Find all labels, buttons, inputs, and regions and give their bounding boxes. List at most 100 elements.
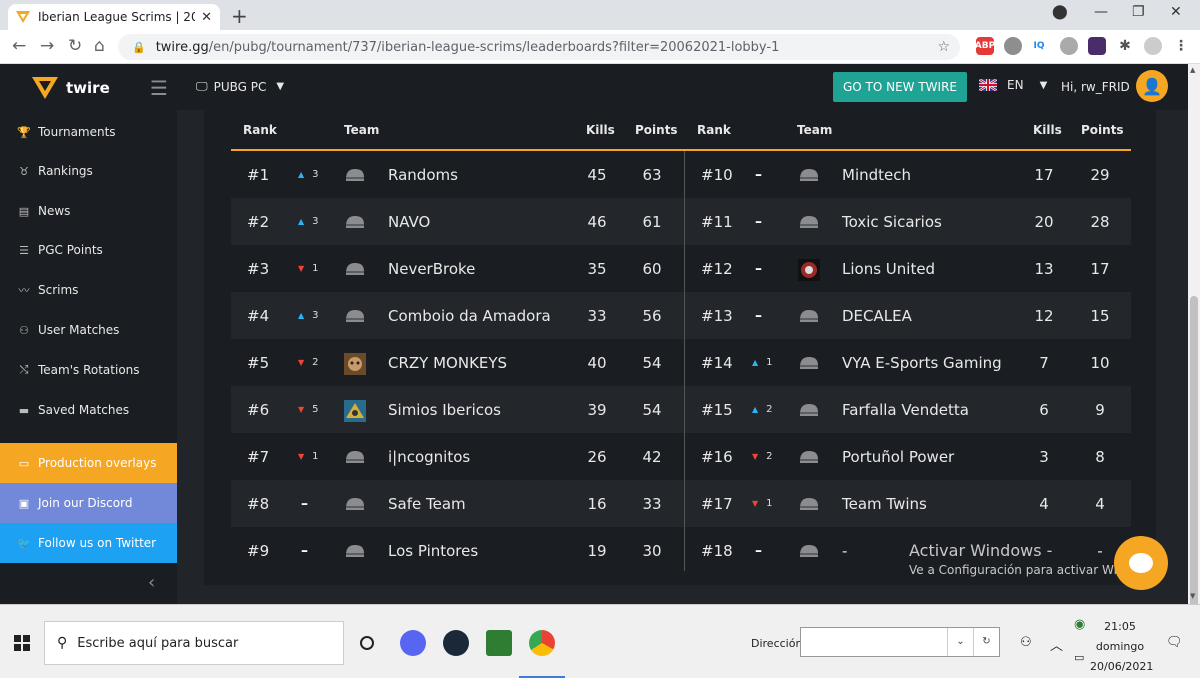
chrome-app-icon[interactable] (519, 630, 565, 678)
scroll-down-icon[interactable]: ▼ (1190, 592, 1195, 600)
sidebar-item-rankings[interactable]: ♉ Rankings (0, 151, 177, 191)
reload-icon[interactable]: ↻ (68, 36, 82, 56)
adblock-extension-icon[interactable]: ABP (975, 37, 995, 55)
team-name[interactable]: Mindtech (842, 151, 911, 198)
extension-chart-icon[interactable] (1088, 37, 1106, 55)
team-name[interactable]: Comboio da Amadora (388, 292, 551, 339)
iq-extension-icon[interactable]: IQ (1030, 37, 1048, 55)
back-icon[interactable]: ← (12, 36, 26, 56)
arrow-down-icon: ▼ (752, 452, 759, 461)
twire-logo[interactable]: twire (32, 77, 110, 99)
points-value: 29 (1090, 165, 1110, 184)
extension-circle-icon[interactable] (1004, 37, 1022, 55)
dropdown-icon[interactable]: ⌄ (947, 628, 973, 656)
team-name[interactable]: NAVO (388, 198, 430, 245)
no-change-dash-icon: – (301, 542, 308, 559)
page-scrollbar[interactable]: ▲ ▼ (1188, 64, 1200, 640)
team-name[interactable]: Portuñol Power (842, 433, 954, 480)
header-team-right[interactable]: Team (797, 123, 832, 137)
team-name[interactable]: Simios Ibericos (388, 386, 501, 433)
team-name[interactable]: i|ncognitos (388, 433, 470, 480)
go-to-new-twire-button[interactable]: GO TO NEW TWIRE (833, 72, 967, 102)
extension-avatar-icon[interactable] (1060, 37, 1078, 55)
address-toolbar-input[interactable]: ⌄ ↻ (800, 627, 1000, 657)
team-name[interactable]: NeverBroke (388, 245, 475, 292)
scrollbar-thumb[interactable] (1190, 296, 1198, 640)
forward-icon[interactable]: → (40, 36, 54, 56)
close-window-icon[interactable]: ✕ (1170, 4, 1182, 20)
sidebar-item-discord[interactable]: ▣ Join our Discord (0, 483, 177, 523)
sidebar-item-user-matches[interactable]: ⚇ User Matches (0, 310, 177, 350)
sidebar-item-label: PGC Points (38, 243, 103, 257)
team-name[interactable]: Toxic Sicarios (842, 198, 942, 245)
rank-change-value: 2 (766, 451, 773, 462)
steam-app-icon[interactable] (443, 630, 469, 656)
rank-change: ▲ 3 (298, 151, 319, 198)
sidebar-item-teams-rotations[interactable]: ⤭ Team's Rotations (0, 350, 177, 390)
sidebar-item-pgc-points[interactable]: ☰ PGC Points (0, 230, 177, 270)
team-name[interactable]: Los Pintores (388, 527, 478, 574)
team-name[interactable]: - (842, 527, 847, 574)
sidebar-item-production-overlays[interactable]: ▭ Production overlays (0, 443, 177, 483)
team-name[interactable]: Farfalla Vendetta (842, 386, 969, 433)
tray-chevron-up-icon[interactable]: ︿ (1050, 635, 1063, 654)
new-tab-icon[interactable]: + (231, 4, 248, 28)
header-rank-right[interactable]: Rank (697, 123, 731, 137)
people-icon[interactable]: ⚇ (1020, 635, 1032, 650)
header-points-right[interactable]: Points (1081, 123, 1124, 137)
team-name[interactable]: Safe Team (388, 480, 466, 527)
header-kills-left[interactable]: Kills (586, 123, 615, 137)
tray-status-icon[interactable]: ◉ (1074, 617, 1085, 632)
clock-time: 21:05 (1104, 620, 1136, 633)
restore-icon[interactable]: ❐ (1132, 4, 1145, 20)
platform-selector[interactable]: 🖵 PUBG PC ▼ (196, 79, 284, 94)
cortana-icon[interactable] (360, 636, 374, 650)
chat-button[interactable] (1114, 536, 1168, 590)
sidebar-item-tournaments[interactable]: 🏆 Tournaments (0, 112, 177, 152)
user-avatar-icon[interactable]: 👤 (1136, 70, 1168, 102)
language-selector[interactable]: EN ▼ (979, 78, 1047, 92)
header-points-left[interactable]: Points (635, 123, 678, 137)
clock-day: domingo (1095, 640, 1145, 653)
kills-value: 26 (587, 447, 607, 466)
display-icon[interactable]: ▭ (1074, 651, 1084, 664)
sidebar-item-scrims[interactable]: 〰 Scrims (0, 270, 177, 310)
close-tab-icon[interactable]: ✕ (201, 10, 212, 25)
column-divider (684, 151, 685, 571)
language-label: EN (1007, 78, 1024, 92)
system-clock[interactable]: 21:05 domingo 20/06/2021 (1090, 617, 1153, 677)
team-name[interactable]: Lions United (842, 245, 935, 292)
sidebar-item-news[interactable]: ▤ News (0, 191, 177, 231)
bookmark-star-icon[interactable]: ☆ (937, 39, 950, 55)
browser-tab[interactable]: Iberian League Scrims | 20/06/2021 ✕ (8, 4, 220, 30)
home-icon[interactable]: ⌂ (94, 36, 105, 56)
spreadsheet-app-icon[interactable] (486, 630, 512, 656)
header-team-left[interactable]: Team (344, 123, 379, 137)
extensions-puzzle-icon[interactable]: ✱ (1116, 37, 1134, 55)
minimize-icon[interactable]: — (1094, 4, 1108, 20)
profile-menu-icon[interactable]: ⬤ (1052, 4, 1068, 20)
team-name[interactable]: VYA E-Sports Gaming (842, 339, 1002, 386)
hamburger-menu-icon[interactable]: ☰ (150, 76, 168, 100)
user-greeting[interactable]: Hi, rw_FRID (1061, 80, 1130, 94)
url-bar[interactable]: 🔒 twire.gg/en/pubg/tournament/737/iberia… (118, 34, 960, 60)
brand-name: twire (66, 79, 110, 97)
team-name[interactable]: DECALEA (842, 292, 912, 339)
browser-menu-icon[interactable]: ⋮ (1172, 37, 1190, 55)
team-name[interactable]: Randoms (388, 151, 458, 198)
points-value: 17 (1090, 259, 1110, 278)
go-icon[interactable]: ↻ (973, 628, 999, 656)
windows-start-icon[interactable] (14, 635, 30, 651)
collapse-sidebar-icon[interactable]: ‹ (148, 572, 155, 593)
sidebar-item-saved-matches[interactable]: ▬ Saved Matches (0, 390, 177, 430)
team-name[interactable]: Team Twins (842, 480, 927, 527)
sidebar-item-twitter[interactable]: 🐦 Follow us on Twitter (0, 523, 177, 563)
header-rank-left[interactable]: Rank (243, 123, 277, 137)
team-name[interactable]: CRZY MONKEYS (388, 339, 507, 386)
profile-avatar-icon[interactable] (1144, 37, 1162, 55)
scroll-up-icon[interactable]: ▲ (1190, 66, 1195, 74)
header-kills-right[interactable]: Kills (1033, 123, 1062, 137)
taskbar-search-box[interactable]: ⚲ Escribe aquí para buscar (44, 621, 344, 665)
discord-app-icon[interactable] (400, 630, 426, 656)
notifications-icon[interactable]: 🗨 (1166, 635, 1183, 650)
